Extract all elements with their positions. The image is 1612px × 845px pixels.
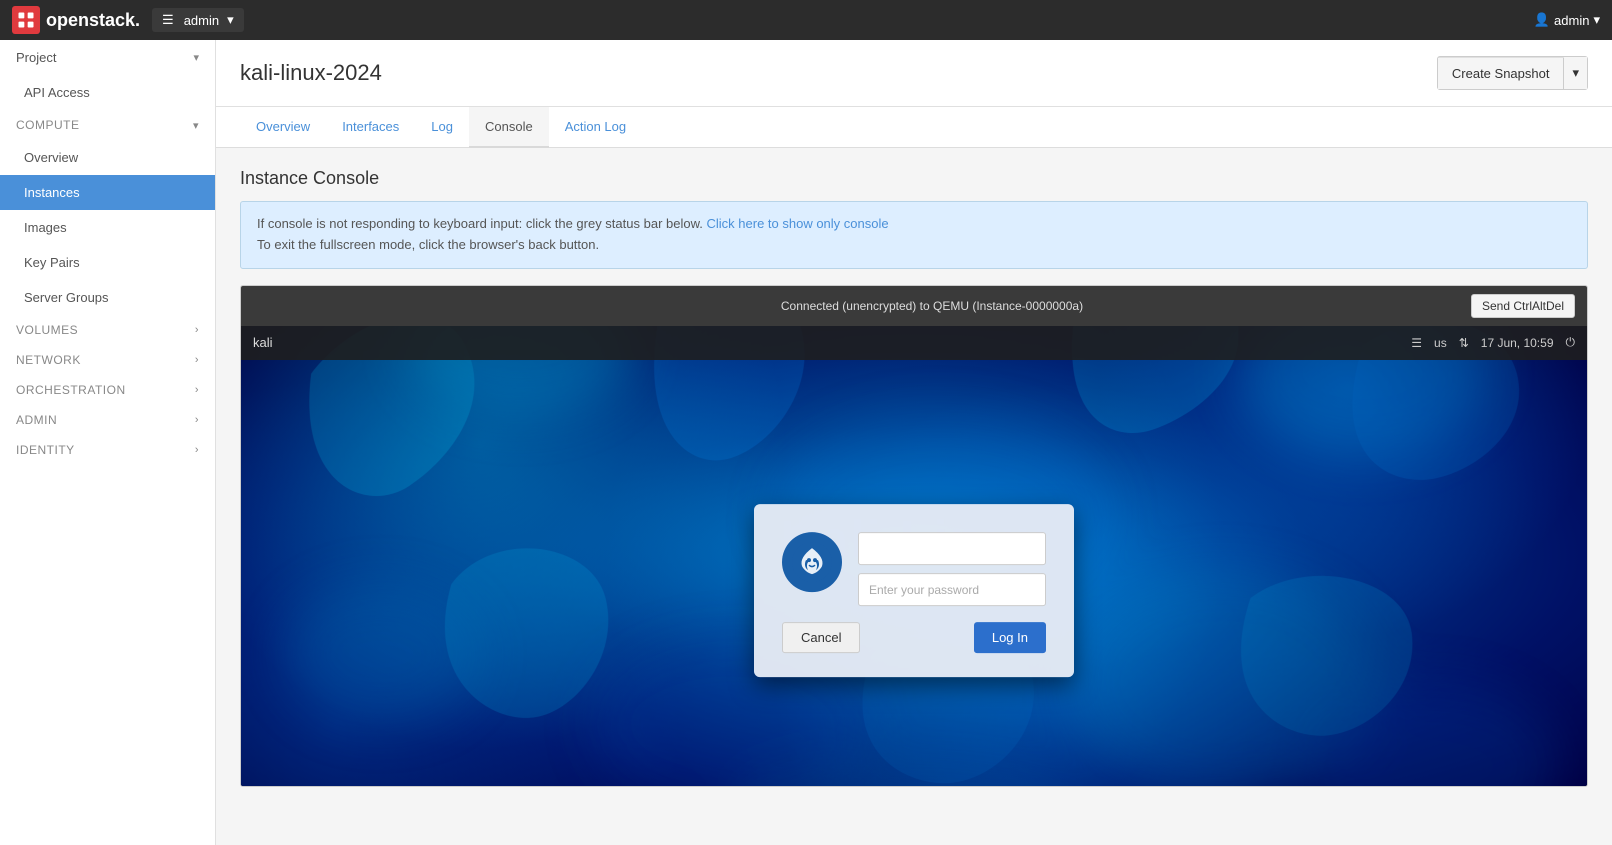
kali-login-dialog: Cancel Log In [754,504,1074,677]
navbar-project-label: ☰ [162,12,174,28]
sidebar-network-header[interactable]: Network › [0,345,215,375]
main-layout: Project ▾ API Access Compute ▾ Overview … [0,40,1612,845]
show-only-console-link[interactable]: Click here to show only console [707,216,889,231]
navbar-user-label: admin [1554,13,1589,28]
console-section-title: Instance Console [240,168,1588,189]
user-icon: 👤 [1534,12,1550,28]
navbar-left: openstack. ☰ admin ▾ [12,6,244,34]
navbar-project-chevron: ▾ [227,12,234,28]
navbar-user-menu[interactable]: 👤 admin ▾ [1534,12,1600,28]
sidebar-item-overview[interactable]: Overview [0,140,215,175]
logo-text: openstack. [46,10,140,31]
sidebar-item-server-groups[interactable]: Server Groups [0,280,215,315]
kali-topbar-date: 17 Jun, 10:59 [1481,336,1554,350]
instance-tabs: Overview Interfaces Log Console Action L… [216,107,1612,148]
openstack-logo-icon [12,6,40,34]
kali-dialog-row [782,532,1046,606]
tab-log[interactable]: Log [415,107,469,148]
navbar: openstack. ☰ admin ▾ 👤 admin ▾ [0,0,1612,40]
kali-topbar-network-icon: ⇅ [1459,336,1469,350]
info-line2: To exit the fullscreen mode, click the b… [257,235,1571,256]
sidebar-admin-header[interactable]: Admin › [0,405,215,435]
page-header: kali-linux-2024 Create Snapshot ▾ [216,40,1612,107]
create-snapshot-dropdown-arrow[interactable]: ▾ [1564,57,1587,89]
sidebar-project-header[interactable]: Project ▾ [0,40,215,75]
main-content: kali-linux-2024 Create Snapshot ▾ Overvi… [216,40,1612,845]
create-snapshot-button[interactable]: Create Snapshot ▾ [1437,56,1588,90]
kali-topbar-left: kali [253,335,273,350]
console-frame: Connected (unencrypted) to QEMU (Instanc… [240,285,1588,787]
kali-logo-circle [782,532,842,592]
navbar-project-name: admin [184,13,219,28]
page-title: kali-linux-2024 [240,60,382,86]
sidebar-item-key-pairs[interactable]: Key Pairs [0,245,215,280]
kali-topbar-lang: us [1434,336,1447,350]
send-ctrl-alt-del-button[interactable]: Send CtrlAltDel [1471,294,1575,318]
console-info-bar: If console is not responding to keyboard… [240,201,1588,269]
kali-login-button[interactable]: Log In [974,622,1046,653]
kali-password-input[interactable] [858,573,1046,606]
info-line1: If console is not responding to keyboard… [257,214,1571,235]
sidebar-network-chevron: › [195,354,199,366]
sidebar-identity-chevron: › [195,444,199,456]
console-toolbar: Connected (unencrypted) to QEMU (Instanc… [241,286,1587,326]
sidebar-volumes-header[interactable]: Volumes › [0,315,215,345]
tab-interfaces[interactable]: Interfaces [326,107,415,148]
kali-topbar: kali ☰ us ⇅ 17 Jun, 10:59 ⏻ [241,326,1587,360]
sidebar-project-chevron: ▾ [193,51,199,64]
sidebar: Project ▾ API Access Compute ▾ Overview … [0,40,216,845]
tab-overview[interactable]: Overview [240,107,326,148]
kali-dragon-icon [790,540,834,584]
kali-topbar-menu-icon: ☰ [1411,336,1422,350]
sidebar-item-api-access[interactable]: API Access [0,75,215,110]
sidebar-orchestration-header[interactable]: Orchestration › [0,375,215,405]
console-section: Instance Console If console is not respo… [216,148,1612,807]
kali-username-input[interactable] [858,532,1046,565]
create-snapshot-label[interactable]: Create Snapshot [1438,58,1565,89]
vnc-display[interactable]: Kali Linux Rolling kali ☰ us ⇅ 17 Jun, 1… [241,326,1587,786]
kali-topbar-power-icon: ⏻ [1566,335,1576,350]
kali-dialog-buttons: Cancel Log In [782,622,1046,653]
sidebar-admin-chevron: › [195,414,199,426]
sidebar-item-instances[interactable]: Instances [0,175,215,210]
sidebar-compute-chevron: ▾ [193,119,199,132]
tab-action-log[interactable]: Action Log [549,107,642,148]
kali-input-fields [858,532,1046,606]
tab-console[interactable]: Console [469,107,549,148]
sidebar-compute-header[interactable]: Compute ▾ [0,110,215,140]
navbar-project-dropdown[interactable]: ☰ admin ▾ [152,8,244,32]
sidebar-identity-header[interactable]: Identity › [0,435,215,465]
navbar-user-chevron: ▾ [1593,12,1600,28]
kali-topbar-right: ☰ us ⇅ 17 Jun, 10:59 ⏻ [1411,335,1575,350]
kali-cancel-button[interactable]: Cancel [782,622,860,653]
sidebar-item-images[interactable]: Images [0,210,215,245]
sidebar-project-label: Project [16,50,56,65]
sidebar-orchestration-chevron: › [195,384,199,396]
openstack-logo: openstack. [12,6,140,34]
console-status: Connected (unencrypted) to QEMU (Instanc… [393,299,1471,313]
sidebar-volumes-chevron: › [195,324,199,336]
